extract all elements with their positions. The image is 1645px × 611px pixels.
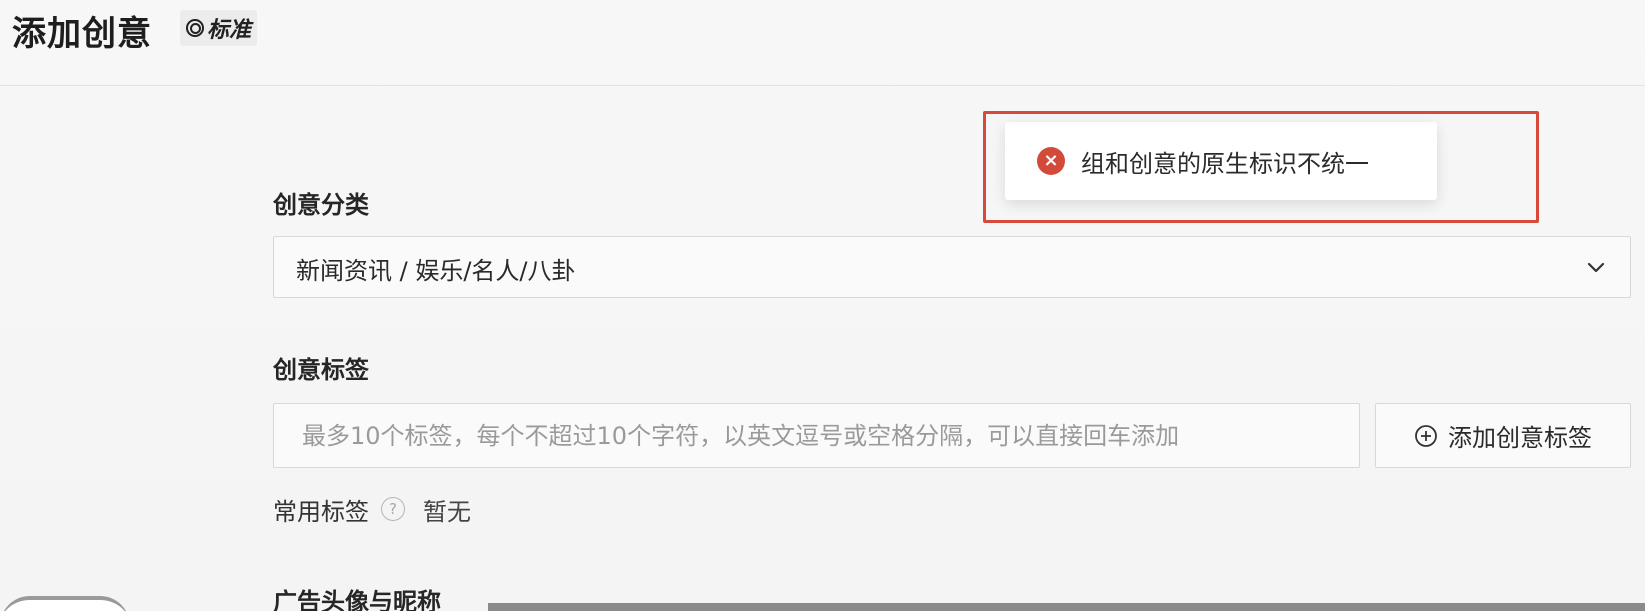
mode-badge: 标准 — [180, 10, 258, 46]
common-tags-empty: 暂无 — [423, 497, 471, 526]
page-header: 添加创意 标准 — [0, 0, 1645, 86]
target-icon — [186, 19, 204, 37]
category-select-value: 新闻资讯 / 娱乐/名人/八卦 — [296, 257, 576, 285]
plus-circle-icon — [1415, 424, 1437, 447]
add-tag-button-label: 添加创意标签 — [1448, 424, 1592, 452]
category-label: 创意分类 — [273, 191, 369, 219]
question-circle-icon[interactable]: ? — [381, 497, 405, 521]
page-title: 添加创意 — [12, 14, 152, 54]
chevron-down-icon — [1587, 262, 1605, 273]
common-tags-label: 常用标签 — [273, 497, 369, 526]
error-toast: × 组和创意的原生标识不统一 — [1005, 122, 1437, 200]
toast-message: 组和创意的原生标识不统一 — [1081, 149, 1369, 178]
page: 添加创意 标准 创意分类 新闻资讯 / 娱乐/名人/八卦 创意标签 添加创意标签… — [0, 0, 1645, 611]
tag-input[interactable] — [273, 403, 1360, 468]
mode-badge-label: 标准 — [207, 18, 252, 43]
category-select[interactable]: 新闻资讯 / 娱乐/名人/八卦 — [273, 236, 1631, 298]
bottom-edge-bar — [488, 603, 1645, 611]
tags-label: 创意标签 — [273, 356, 369, 384]
common-tags-row: 常用标签 ? 暂无 — [273, 492, 471, 526]
bottom-edge-curve — [0, 596, 130, 611]
add-tag-button[interactable]: 添加创意标签 — [1375, 403, 1631, 468]
close-circle-icon: × — [1037, 147, 1065, 175]
avatar-nickname-label: 广告头像与昵称 — [273, 588, 441, 611]
